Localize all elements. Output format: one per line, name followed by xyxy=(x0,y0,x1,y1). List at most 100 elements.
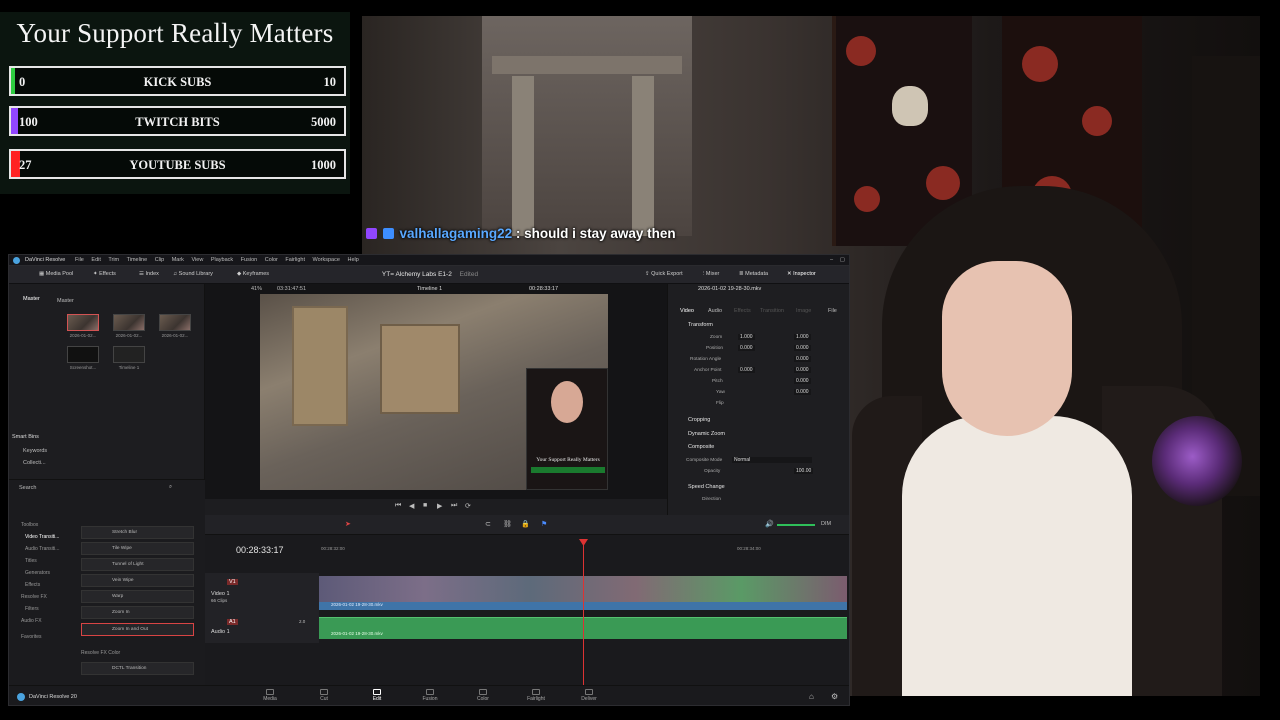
media-clip-thumbnail[interactable] xyxy=(67,346,99,363)
anchor-x-field[interactable]: 0.000 xyxy=(738,367,755,373)
media-clip-thumbnail[interactable] xyxy=(159,314,191,331)
gear-icon[interactable]: ⚙ xyxy=(831,692,838,701)
menu-clip[interactable]: Clip xyxy=(155,257,164,263)
opacity-label: Opacity xyxy=(704,469,721,474)
menu-help[interactable]: Help xyxy=(347,257,358,263)
zoom-x-field[interactable]: 1.000 xyxy=(738,334,755,340)
fx-tree-audio-fx[interactable]: Audio FX xyxy=(21,618,42,624)
tab-effects[interactable]: Effects xyxy=(734,308,751,314)
fx-tree-video-transitions[interactable]: Video Transiti... xyxy=(25,534,59,540)
effects-search-placeholder[interactable]: Search xyxy=(19,485,36,491)
menu-color[interactable]: Color xyxy=(265,257,278,263)
tab-video[interactable]: Video xyxy=(680,308,694,314)
v1-clip-count: 66 Clips xyxy=(211,598,228,603)
fx-tree-favorites[interactable]: Favorites xyxy=(21,634,42,640)
selection-tool-icon[interactable]: ➤ xyxy=(345,520,351,528)
pitch-field[interactable]: 0.000 xyxy=(794,378,811,384)
fx-tree-generators[interactable]: Generators xyxy=(25,570,50,576)
fx-tree-filters[interactable]: Filters xyxy=(25,606,39,612)
menu-playback[interactable]: Playback xyxy=(211,257,233,263)
viewer-frame[interactable]: Your Support Really Matters xyxy=(260,294,608,490)
fx-tile-wipe[interactable]: Tile Wipe xyxy=(81,542,194,555)
metadata-button[interactable]: ≣ Metadata xyxy=(739,271,768,277)
skip-start-icon[interactable]: ⏮ xyxy=(395,502,401,510)
maximize-icon[interactable]: ▢ xyxy=(840,257,845,263)
viewer-zoom[interactable]: 41% xyxy=(251,286,262,292)
dynamic-zoom-section[interactable]: Dynamic Zoom xyxy=(688,431,725,437)
viewer-timeline-name[interactable]: Timeline 1 xyxy=(417,286,442,292)
zoom-y-field[interactable]: 1.000 xyxy=(794,334,811,340)
flag-icon[interactable]: ⚑ xyxy=(541,520,547,528)
rotation-field[interactable]: 0.000 xyxy=(794,356,811,362)
menu-edit[interactable]: Edit xyxy=(91,257,100,263)
composite-mode-select[interactable]: Normal xyxy=(732,457,812,463)
media-clip-thumbnail[interactable] xyxy=(67,314,99,331)
smart-bin-keywords[interactable]: Keywords xyxy=(23,448,47,454)
tab-audio[interactable]: Audio xyxy=(708,308,722,314)
play-reverse-icon[interactable]: ◀ xyxy=(409,502,414,510)
fx-zoom-in[interactable]: Zoom In xyxy=(81,606,194,619)
link-icon[interactable]: ⛓ xyxy=(503,520,512,528)
menu-timeline[interactable]: Timeline xyxy=(127,257,148,263)
search-icon[interactable]: ⌕ xyxy=(169,484,172,491)
home-icon[interactable]: ⌂ xyxy=(809,692,814,701)
fx-tree-audio-transitions[interactable]: Audio Transiti... xyxy=(25,546,59,552)
fx-resolve-fx-color-header[interactable]: Resolve FX Color xyxy=(81,650,120,656)
page-navigation: DaVinci Resolve 20 Media Cut Edit Fusion… xyxy=(9,685,849,705)
quick-export-button[interactable]: ⇪ Quick Export xyxy=(645,271,683,277)
tab-transition[interactable]: Transition xyxy=(760,308,784,314)
fx-tree-titles[interactable]: Titles xyxy=(25,558,37,564)
tab-file[interactable]: File xyxy=(828,308,837,314)
snapping-icon[interactable]: ⊂ xyxy=(485,520,491,528)
fx-tunnel-of-light[interactable]: Tunnel of Light xyxy=(81,558,194,571)
menu-mark[interactable]: Mark xyxy=(172,257,184,263)
fx-zoom-in-and-out[interactable]: Zoom In and Out xyxy=(81,623,194,636)
media-clip-label: 2026-01-02... xyxy=(161,333,189,338)
v1-track-label[interactable]: V1 xyxy=(227,579,238,585)
tab-image[interactable]: Image xyxy=(796,308,811,314)
fx-warp[interactable]: Warp xyxy=(81,590,194,603)
cat-tree-post xyxy=(512,76,534,236)
fx-dctl-transition[interactable]: DCTL Transition xyxy=(81,662,194,675)
mixer-button[interactable]: ⫶ Mixer xyxy=(703,271,719,278)
composite-section[interactable]: Composite xyxy=(688,444,714,450)
dim-button[interactable]: DIM xyxy=(821,521,831,527)
cropping-section[interactable]: Cropping xyxy=(688,417,710,423)
fx-stretch-blur[interactable]: Stretch Blur xyxy=(81,526,194,539)
volume-icon[interactable]: 🔊 xyxy=(765,520,774,528)
stop-icon[interactable]: ■ xyxy=(423,502,427,509)
transform-section[interactable]: Transform xyxy=(688,322,713,328)
smart-bin-collections[interactable]: Collecti... xyxy=(23,460,46,466)
menu-file[interactable]: File xyxy=(75,257,84,263)
timeline-thumbnail[interactable] xyxy=(113,346,145,363)
inspector-button[interactable]: ✕ Inspector xyxy=(787,271,816,277)
opacity-field[interactable]: 100.00 xyxy=(794,468,814,474)
playhead[interactable] xyxy=(583,543,584,685)
fx-tree-effects[interactable]: Effects xyxy=(25,582,40,588)
menu-workspace[interactable]: Workspace xyxy=(313,257,340,263)
media-clip-thumbnail[interactable] xyxy=(113,314,145,331)
position-x-field[interactable]: 0.000 xyxy=(738,345,755,351)
bin-master[interactable]: Master xyxy=(23,296,40,302)
menu-fairlight[interactable]: Fairlight xyxy=(285,257,305,263)
menu-fusion[interactable]: Fusion xyxy=(241,257,258,263)
a1-track-label[interactable]: A1 xyxy=(227,619,238,625)
bin-tab-master[interactable]: Master xyxy=(57,298,74,304)
loop-icon[interactable]: ⟳ xyxy=(465,502,471,510)
position-y-field[interactable]: 0.000 xyxy=(794,345,811,351)
pip-face xyxy=(551,381,583,423)
anchor-y-field[interactable]: 0.000 xyxy=(794,367,811,373)
yaw-field[interactable]: 0.000 xyxy=(794,389,811,395)
speed-change-section[interactable]: Speed Change xyxy=(688,484,725,490)
volume-slider[interactable] xyxy=(777,524,815,526)
minimize-icon[interactable]: – xyxy=(830,257,833,263)
play-icon[interactable]: ▶ xyxy=(437,502,442,510)
crown-badge-icon xyxy=(382,228,394,239)
skip-end-icon[interactable]: ⏭ xyxy=(451,502,457,510)
lock-icon[interactable]: 🔒 xyxy=(521,520,530,528)
menu-view[interactable]: View xyxy=(191,257,203,263)
fx-vein-wipe[interactable]: Vein Wipe xyxy=(81,574,194,587)
fx-tree-resolve-fx[interactable]: Resolve FX xyxy=(21,594,47,600)
menu-trim[interactable]: Trim xyxy=(108,257,119,263)
fx-tree-toolbox[interactable]: Toolbox xyxy=(21,522,38,528)
